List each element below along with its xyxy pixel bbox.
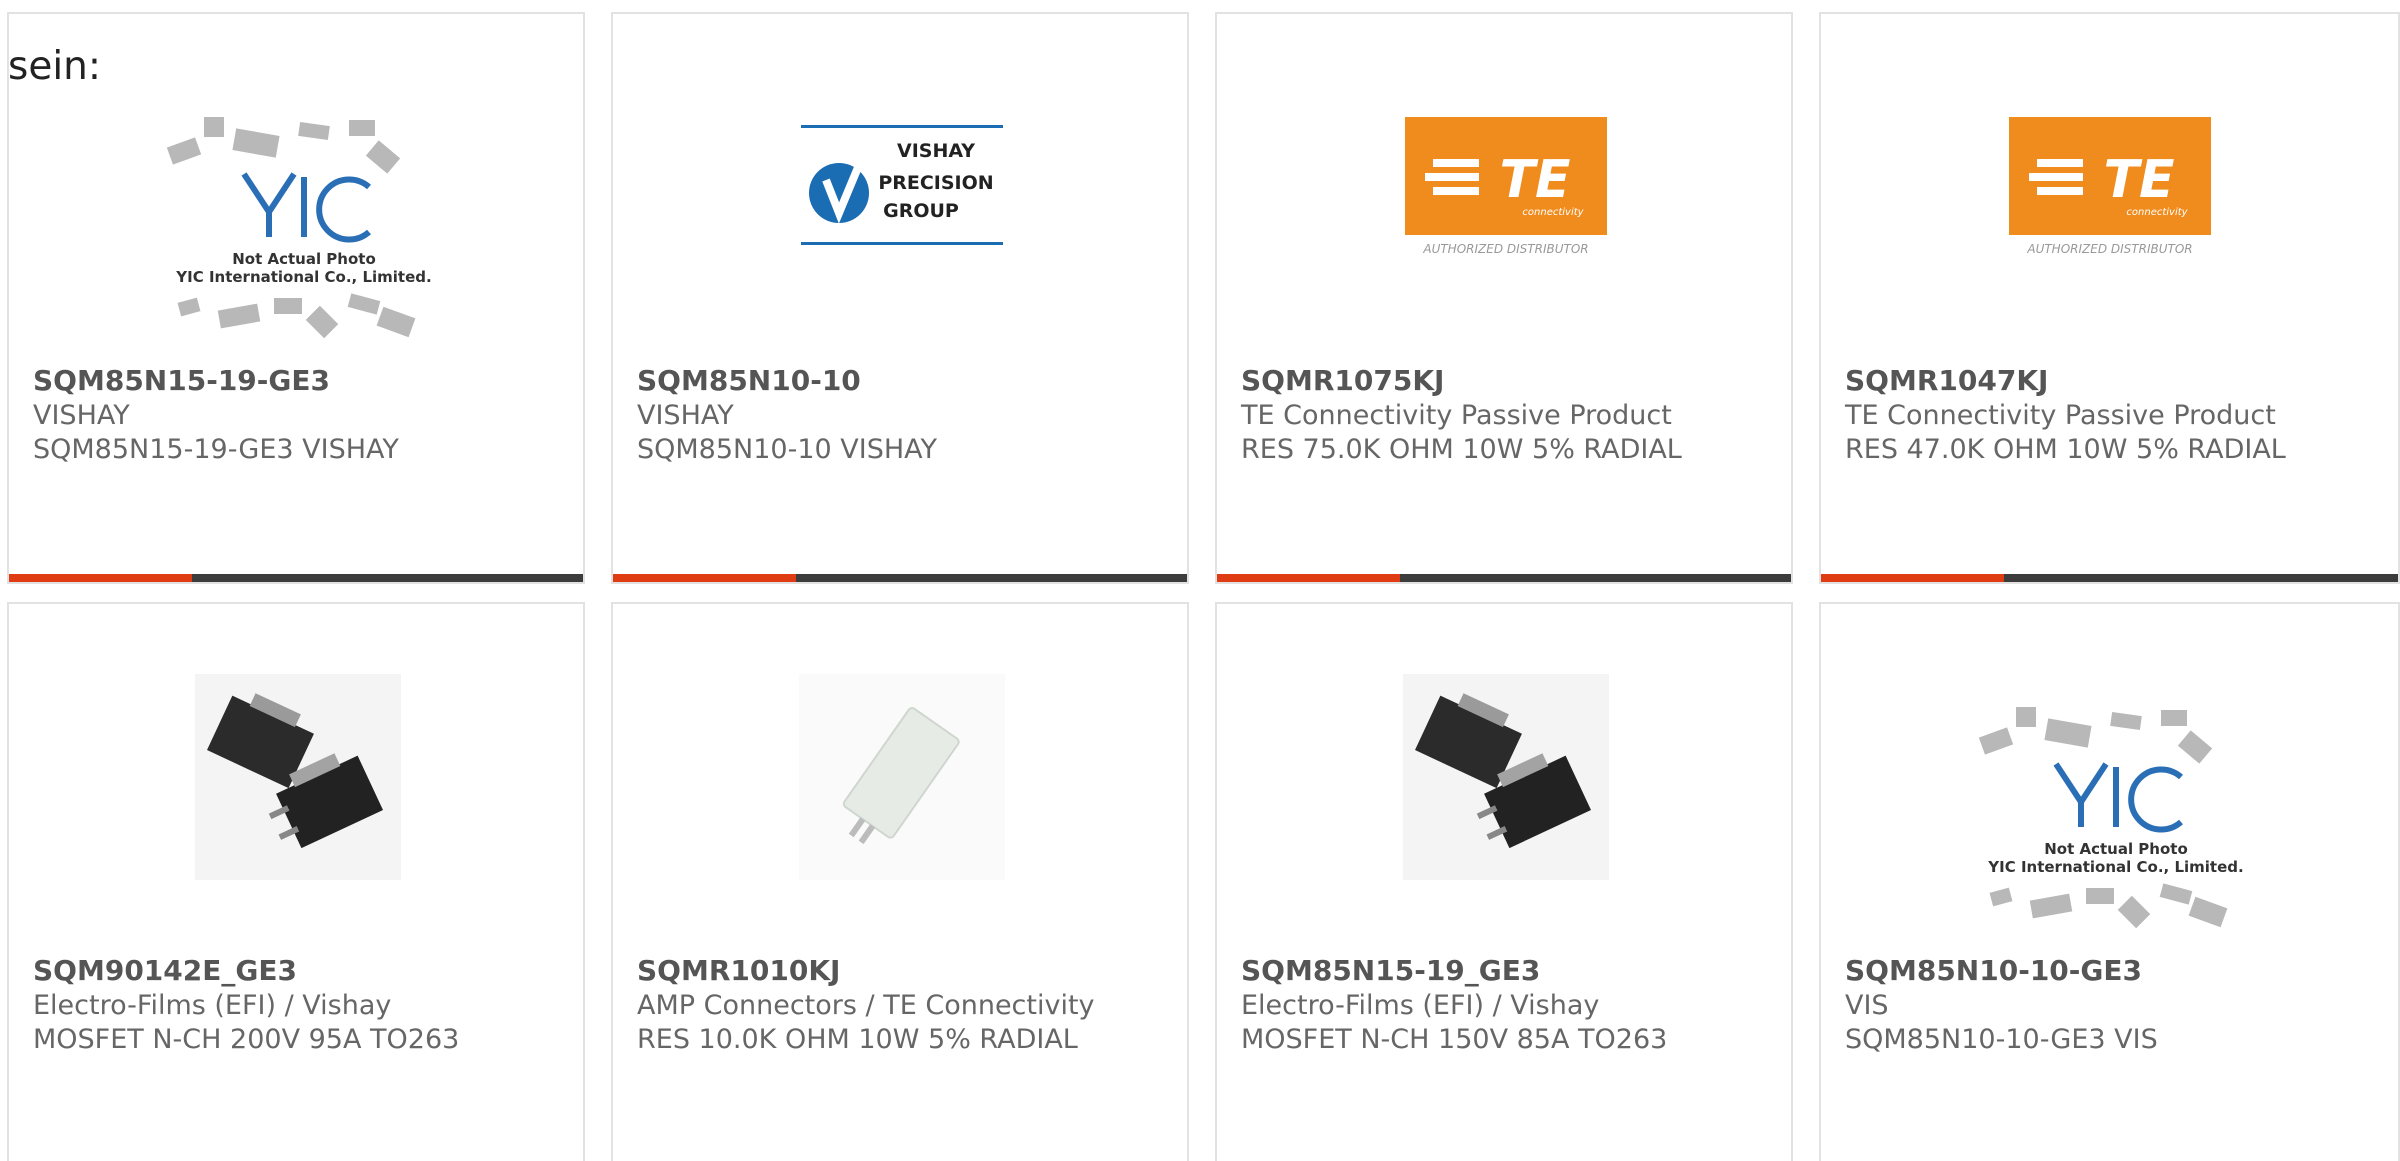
card-bottom-bar: [1821, 574, 2398, 582]
product-card[interactable]: TE connectivity AUTHORIZED DISTRIBUTOR S…: [1819, 12, 2400, 584]
bar-accent: [1217, 574, 1400, 582]
te-caption: AUTHORIZED DISTRIBUTOR: [2026, 242, 2192, 256]
manufacturer: AMP Connectors / TE Connectivity: [637, 990, 1095, 1021]
part-number[interactable]: SQMR1047KJ: [1845, 364, 2048, 397]
product-image[interactable]: [799, 674, 1005, 880]
vishay-line3: GROUP: [883, 200, 959, 222]
product-card[interactable]: Not Actual Photo YIC International Co., …: [1819, 602, 2400, 1161]
radial-resistor-icon: [799, 674, 1005, 880]
description: MOSFET N-CH 150V 85A TO263: [1241, 1024, 1668, 1055]
product-card[interactable]: SQM90142E_GE3 Electro-Films (EFI) / Vish…: [7, 602, 585, 1161]
part-number[interactable]: SQM85N15-19_GE3: [1241, 954, 1540, 987]
product-image[interactable]: [195, 674, 401, 880]
description: SQM85N10-10-GE3 VIS: [1845, 1024, 2158, 1055]
to263-package-icon: [1403, 674, 1609, 880]
product-image[interactable]: Not Actual Photo YIC International Co., …: [159, 102, 449, 352]
yic-placeholder-icon: Not Actual Photo YIC International Co., …: [1978, 707, 2244, 929]
yic-line1: Not Actual Photo: [2044, 840, 2188, 858]
card-bottom-bar: [613, 574, 1187, 582]
manufacturer: Electro-Films (EFI) / Vishay: [33, 990, 392, 1021]
card-bottom-bar: [1217, 574, 1791, 582]
te-logo-icon: TE connectivity AUTHORIZED DISTRIBUTOR: [1405, 117, 1607, 256]
description: SQM85N10-10 VISHAY: [637, 434, 938, 465]
part-number[interactable]: SQM90142E_GE3: [33, 954, 297, 987]
vishay-logo-icon: VISHAY PRECISION GROUP: [801, 125, 1003, 245]
part-number[interactable]: SQM85N10-10-GE3: [1845, 954, 2142, 987]
yic-line1: Not Actual Photo: [232, 250, 376, 268]
product-image[interactable]: TE connectivity AUTHORIZED DISTRIBUTOR: [1403, 112, 1609, 262]
te-caption: AUTHORIZED DISTRIBUTOR: [1422, 242, 1588, 256]
te-brand: TE: [1500, 150, 1571, 210]
product-image[interactable]: [1403, 674, 1609, 880]
bar-accent: [9, 574, 192, 582]
te-sub: connectivity: [1522, 207, 1584, 218]
part-number[interactable]: SQM85N15-19-GE3: [33, 364, 330, 397]
vishay-line1: VISHAY: [897, 140, 975, 162]
to263-package-icon: [195, 674, 401, 880]
vishay-line2: PRECISION: [878, 172, 993, 194]
intro-text: sein:: [8, 44, 102, 89]
description: MOSFET N-CH 200V 95A TO263: [33, 1024, 460, 1055]
yic-placeholder-icon: Not Actual Photo YIC International Co., …: [166, 117, 432, 339]
part-number[interactable]: SQMR1010KJ: [637, 954, 840, 987]
manufacturer: Electro-Films (EFI) / Vishay: [1241, 990, 1600, 1021]
description: SQM85N15-19-GE3 VISHAY: [33, 434, 399, 465]
yic-line2: YIC International Co., Limited.: [175, 268, 431, 286]
description: RES 75.0K OHM 10W 5% RADIAL: [1241, 434, 1682, 465]
product-card[interactable]: SQMR1010KJ AMP Connectors / TE Connectiv…: [611, 602, 1189, 1161]
part-number[interactable]: SQM85N10-10: [637, 364, 861, 397]
product-card[interactable]: VISHAY PRECISION GROUP SQM85N10-10 VISHA…: [611, 12, 1189, 584]
te-brand: TE: [2104, 150, 2175, 210]
manufacturer: VISHAY: [637, 400, 734, 431]
description: RES 10.0K OHM 10W 5% RADIAL: [637, 1024, 1078, 1055]
manufacturer: VIS: [1845, 990, 1889, 1021]
manufacturer: TE Connectivity Passive Product: [1845, 400, 2276, 431]
bar-accent: [613, 574, 796, 582]
bar-accent: [1821, 574, 2004, 582]
product-grid: sein: Not Actual Photo YIC International…: [0, 0, 2400, 1161]
product-card[interactable]: TE connectivity AUTHORIZED DISTRIBUTOR S…: [1215, 12, 1793, 584]
product-card[interactable]: Not Actual Photo YIC International Co., …: [7, 12, 585, 584]
manufacturer: TE Connectivity Passive Product: [1241, 400, 1672, 431]
part-number[interactable]: SQMR1075KJ: [1241, 364, 1444, 397]
te-sub: connectivity: [2126, 207, 2188, 218]
product-card[interactable]: SQM85N15-19_GE3 Electro-Films (EFI) / Vi…: [1215, 602, 1793, 1161]
description: RES 47.0K OHM 10W 5% RADIAL: [1845, 434, 2286, 465]
te-logo-icon: TE connectivity AUTHORIZED DISTRIBUTOR: [2009, 117, 2211, 256]
product-image[interactable]: Not Actual Photo YIC International Co., …: [1971, 692, 2261, 942]
product-image[interactable]: VISHAY PRECISION GROUP: [799, 122, 1005, 248]
manufacturer: VISHAY: [33, 400, 130, 431]
product-image[interactable]: TE connectivity AUTHORIZED DISTRIBUTOR: [2007, 112, 2213, 262]
card-bottom-bar: [9, 574, 583, 582]
yic-line2: YIC International Co., Limited.: [1987, 858, 2243, 876]
